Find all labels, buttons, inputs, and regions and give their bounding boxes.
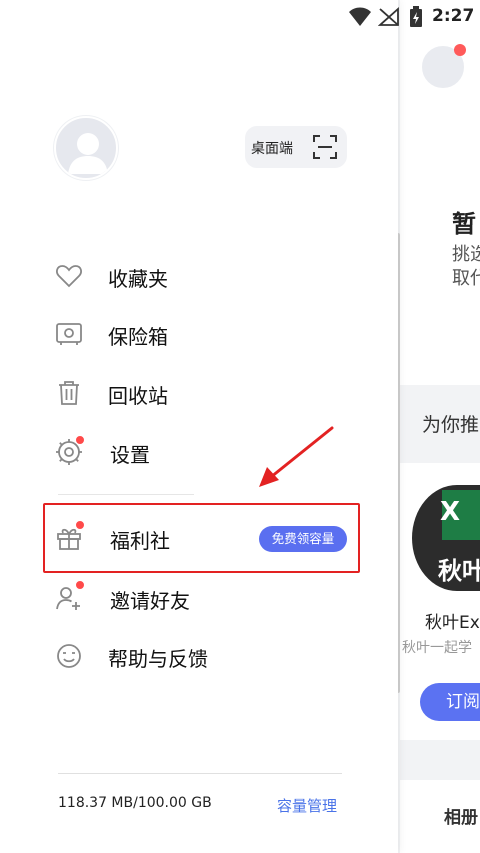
menu-item-trash[interactable]: 回收站 xyxy=(0,370,398,416)
desktop-scan-button[interactable]: 桌面端 xyxy=(245,126,347,168)
menu-item-invite[interactable]: 邀请好友 xyxy=(0,575,398,621)
scan-icon xyxy=(313,135,337,159)
capacity-manage-link[interactable]: 容量管理 xyxy=(277,795,337,816)
no-sim-icon xyxy=(378,7,399,26)
annotation-arrow-icon xyxy=(259,426,334,487)
menu-item-settings[interactable]: 设置 xyxy=(0,429,398,475)
navigation-drawer: 桌面端 收藏夹 保险箱 回收站 设置 福利社 免费领容量 邀请好友 帮助与反馈 … xyxy=(0,0,398,853)
book-author: 秋叶一起学 xyxy=(402,640,472,656)
wifi-icon xyxy=(349,7,371,26)
menu-item-help[interactable]: 帮助与反馈 xyxy=(0,633,398,679)
avatar[interactable] xyxy=(54,116,118,180)
empty-state-subtitle-line2: 取代 xyxy=(452,268,480,289)
default-user-icon xyxy=(68,133,108,174)
invite-notification-dot xyxy=(75,580,85,590)
book-name: 秋叶Ex xyxy=(425,613,480,633)
desktop-button-label: 桌面端 xyxy=(251,141,293,157)
menu-item-safe[interactable]: 保险箱 xyxy=(0,311,398,357)
heart-icon xyxy=(56,265,82,288)
free-capacity-badge[interactable]: 免费领容量 xyxy=(259,526,347,552)
safe-icon xyxy=(56,323,82,345)
excel-logo-letter: X xyxy=(440,497,461,527)
menu-label-invite: 邀请好友 xyxy=(110,589,190,613)
menu-item-favorites[interactable]: 收藏夹 xyxy=(0,253,398,299)
storage-usage: 118.37 MB/100.00 GB xyxy=(58,795,212,811)
menu-label-settings: 设置 xyxy=(110,443,150,467)
empty-state-title: 暂 xyxy=(452,210,476,238)
battery-charging-icon xyxy=(410,6,422,27)
empty-state-subtitle-line1: 挑选 xyxy=(452,244,480,265)
smile-icon xyxy=(57,644,81,668)
tab-album[interactable]: 相册 xyxy=(444,803,478,828)
settings-notification-dot xyxy=(75,435,85,445)
storage-divider xyxy=(58,773,342,774)
status-time: 2:27 xyxy=(432,6,475,26)
subscribe-button[interactable]: 订阅 xyxy=(420,683,480,721)
menu-label-trash: 回收站 xyxy=(108,384,168,408)
trash-icon xyxy=(59,381,79,405)
book-cover-text: 秋叶 xyxy=(438,557,480,585)
menu-label-safe: 保险箱 xyxy=(108,325,168,349)
status-bar: 2:27 xyxy=(0,0,480,34)
menu-label-help: 帮助与反馈 xyxy=(108,647,208,671)
menu-divider xyxy=(58,494,194,495)
menu-label-favorites: 收藏夹 xyxy=(108,267,168,291)
recommend-section-title: 为你推 xyxy=(422,414,480,436)
main-avatar-notification-dot xyxy=(454,44,466,56)
